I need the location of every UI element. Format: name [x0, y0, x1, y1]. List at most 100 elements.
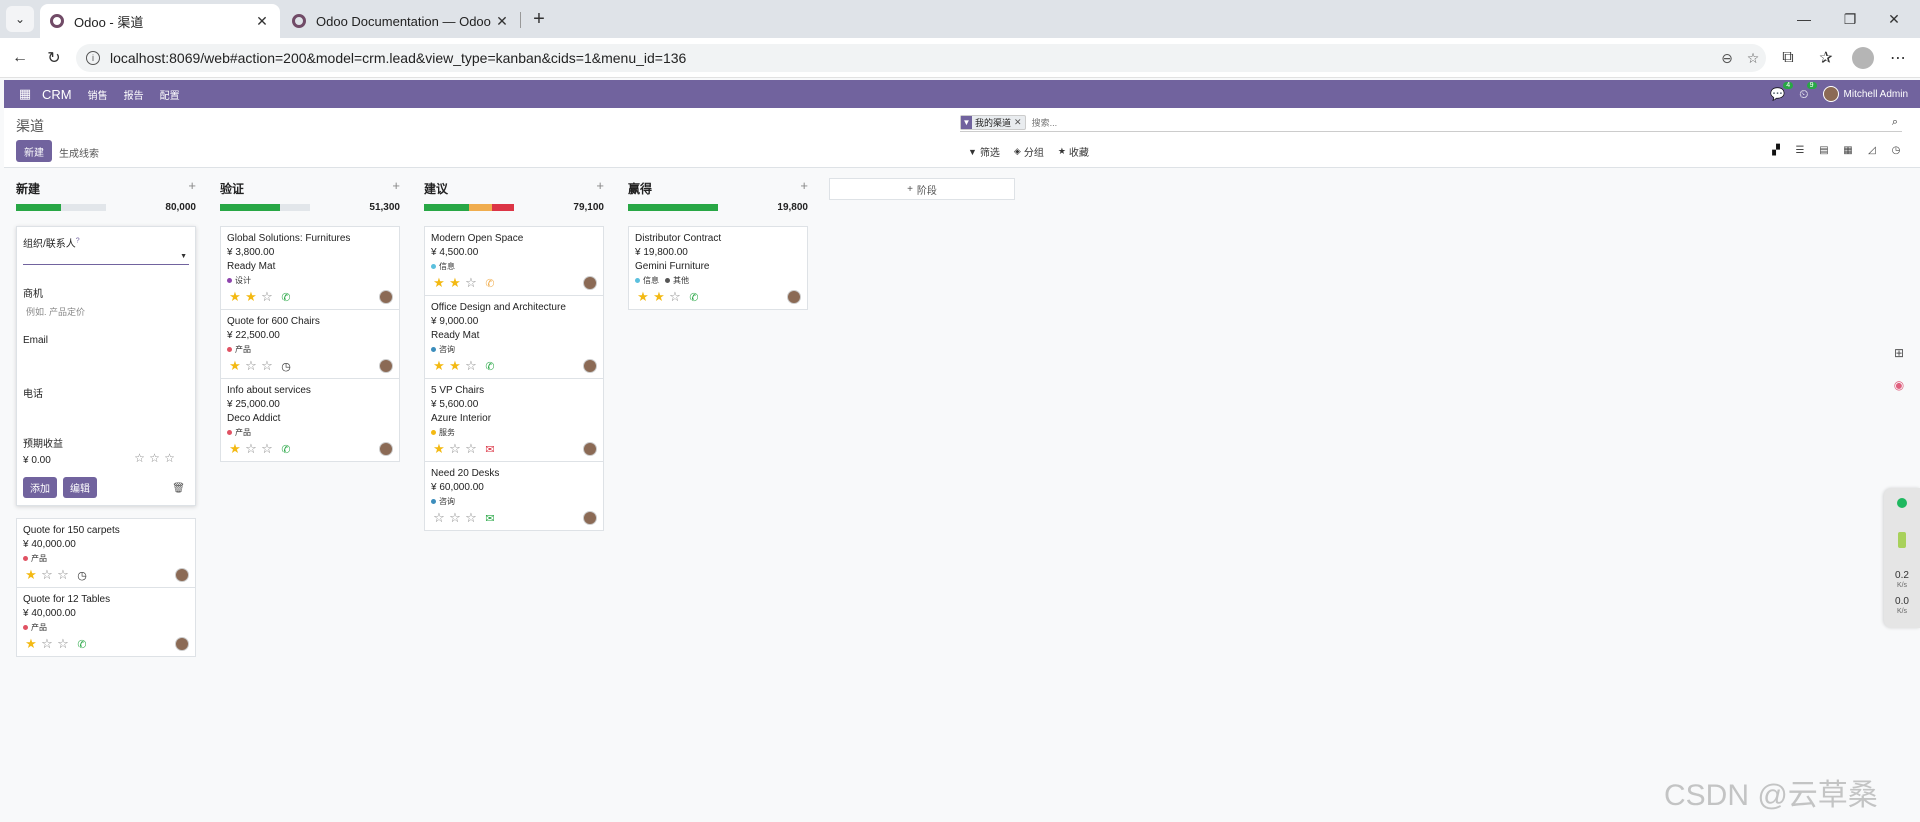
menu-reports[interactable]: 报告 [124, 87, 144, 102]
priority-star-icon[interactable]: ☆ [39, 567, 55, 583]
kanban-view-icon[interactable]: ▞ [1764, 142, 1788, 158]
favorites-list-icon[interactable]: ✰ [1814, 46, 1838, 70]
kanban-card[interactable]: Quote for 600 Chairs ¥ 22,500.00 产品 ★ ☆ ☆ ◷ [220, 309, 400, 378]
browser-tab-odoo[interactable]: Odoo - 渠道 ✕ [40, 4, 280, 38]
column-progressbar[interactable] [628, 204, 718, 211]
priority-star-icon[interactable]: ☆ [431, 510, 447, 526]
favorites-toggle[interactable]: ★ 收藏 [1058, 144, 1089, 159]
kanban-card[interactable]: Distributor Contract ¥ 19,800.00 Gemini Fu… [628, 226, 808, 310]
priority-star-icon[interactable]: ☆ [55, 567, 71, 583]
menu-config[interactable]: 配置 [160, 87, 180, 102]
org-select[interactable]: ▼ [23, 251, 189, 265]
priority-star-icon[interactable]: ★ [447, 275, 463, 291]
kanban-card[interactable]: Office Design and Architecture ¥ 9,000.00… [424, 295, 604, 378]
clock-icon[interactable]: ◷ [75, 569, 89, 582]
more-menu-icon[interactable]: ⋯ [1886, 46, 1910, 70]
column-progressbar[interactable] [16, 204, 106, 211]
progress-segment[interactable] [469, 204, 492, 211]
filters-toggle[interactable]: ▼ 筛选 [968, 144, 1000, 160]
phone-icon[interactable]: ✆ [75, 638, 89, 651]
column-header[interactable]: 建议 + [424, 178, 604, 198]
column-header[interactable]: 验证 + [220, 178, 400, 198]
phone-icon[interactable]: ✆ [483, 277, 497, 290]
kanban-card[interactable]: Modern Open Space ¥ 4,500.00 信息 ★ ★ ☆ ✆ [424, 226, 604, 295]
priority-star-icon[interactable]: ☆ [667, 289, 683, 305]
envelope-icon[interactable]: ✉ [483, 443, 497, 456]
priority-star-icon[interactable]: ★ [635, 289, 651, 305]
close-tab-icon[interactable]: ✕ [254, 13, 270, 30]
priority-star-icon[interactable]: ☆ [259, 358, 275, 374]
salesperson-avatar[interactable] [787, 290, 801, 304]
priority-star-icon[interactable]: ★ [23, 636, 39, 652]
pivot-view-icon[interactable]: ▦ [1836, 142, 1860, 158]
priority-star-icon[interactable]: ★ [651, 289, 667, 305]
salesperson-avatar[interactable] [379, 359, 393, 373]
clock-icon[interactable]: ◷ [279, 360, 293, 373]
salesperson-avatar[interactable] [175, 637, 189, 651]
kanban-card[interactable]: Need 20 Desks ¥ 60,000.00 咨询 ☆ ☆ ☆ ✉ [424, 461, 604, 531]
quick-add-plus-icon[interactable]: + [188, 178, 196, 193]
priority-star-icon[interactable]: ☆ [55, 636, 71, 652]
salesperson-avatar[interactable] [379, 442, 393, 456]
progress-segment[interactable] [491, 204, 514, 211]
priority-star-icon[interactable]: ☆ [447, 441, 463, 457]
back-arrow-icon[interactable]: ← [8, 46, 32, 70]
priority-star-icon[interactable]: ☆ [463, 441, 479, 457]
email-field[interactable] [23, 351, 189, 365]
zoom-out-icon[interactable]: ⊖ [1714, 50, 1740, 67]
progress-segment[interactable] [424, 204, 469, 211]
apps-grid-icon[interactable]: ▦ [14, 86, 36, 102]
assistant-icon[interactable]: ◉ [1888, 374, 1910, 396]
kanban-card[interactable]: Info about services ¥ 25,000.00 Deco Addic… [220, 378, 400, 462]
priority-star-icon[interactable]: ★ [227, 289, 243, 305]
url-field[interactable]: i localhost:8069/web#action=200&model=cr… [76, 44, 1766, 72]
priority-star-icon[interactable]: ☆ [447, 510, 463, 526]
salesperson-avatar[interactable] [583, 511, 597, 525]
activities-clock-icon[interactable]: ⏲ 9 [1799, 81, 1817, 102]
priority-star-icon[interactable]: ★ [431, 441, 447, 457]
salesperson-avatar[interactable] [583, 276, 597, 290]
revenue-input[interactable]: ¥ 0.00 [23, 455, 51, 466]
search-icon[interactable]: ⌕ [1888, 116, 1902, 129]
kanban-card[interactable]: Quote for 12 Tables ¥ 40,000.00 产品 ★ ☆ ☆ ✆ [16, 587, 196, 657]
priority-star-icon[interactable]: ★ [227, 441, 243, 457]
priority-star-icon[interactable]: ☆ [259, 441, 275, 457]
extensions-icon[interactable]: ⧉ [1776, 46, 1800, 70]
activity-view-icon[interactable]: ◷ [1884, 142, 1908, 158]
star-icon[interactable]: ☆ [147, 451, 162, 465]
reload-icon[interactable]: ↻ [42, 46, 66, 70]
progress-segment[interactable] [16, 204, 61, 211]
priority-star-icon[interactable]: ★ [227, 358, 243, 374]
remove-facet-icon[interactable]: ✕ [1014, 117, 1025, 128]
salesperson-avatar[interactable] [379, 290, 393, 304]
favorite-star-icon[interactable]: ☆ [1740, 50, 1766, 67]
minimize-icon[interactable]: — [1784, 6, 1824, 32]
group-by-toggle[interactable]: ◈ 分组 [1014, 144, 1044, 159]
restore-icon[interactable]: ❐ [1830, 6, 1870, 32]
priority-star-icon[interactable]: ★ [447, 358, 463, 374]
priority-star-icon[interactable]: ☆ [243, 358, 259, 374]
column-header[interactable]: 赢得 + [628, 178, 808, 198]
star-icon[interactable]: ☆ [162, 451, 177, 465]
progress-segment[interactable] [628, 204, 718, 211]
column-progressbar[interactable] [424, 204, 514, 211]
column-progressbar[interactable] [220, 204, 310, 211]
phone-field[interactable] [23, 401, 189, 415]
kanban-card[interactable]: 5 VP Chairs ¥ 5,600.00 Azure Interior 服务 ★ ☆ ☆… [424, 378, 604, 461]
priority-star-icon[interactable]: ★ [23, 567, 39, 583]
quick-add-plus-icon[interactable]: + [392, 178, 400, 193]
kanban-card[interactable]: Quote for 150 carpets ¥ 40,000.00 产品 ★ ☆ ☆ ◷ [16, 518, 196, 587]
phone-icon[interactable]: ✆ [483, 360, 497, 373]
add-button[interactable]: 添加 [23, 477, 57, 498]
salesperson-avatar[interactable] [175, 568, 189, 582]
user-avatar[interactable] [1822, 86, 1839, 102]
priority-star-icon[interactable]: ☆ [39, 636, 55, 652]
list-view-icon[interactable]: ☰ [1788, 142, 1812, 158]
quick-add-plus-icon[interactable]: + [800, 178, 808, 193]
priority-star-icon[interactable]: ★ [243, 289, 259, 305]
priority-stars[interactable]: ☆ ☆ ☆ [132, 451, 177, 465]
priority-star-icon[interactable]: ★ [431, 275, 447, 291]
edit-button[interactable]: 编辑 [63, 477, 97, 498]
generate-leads-button[interactable]: 生成线索 [59, 145, 99, 160]
new-button[interactable]: 新建 [16, 140, 52, 162]
